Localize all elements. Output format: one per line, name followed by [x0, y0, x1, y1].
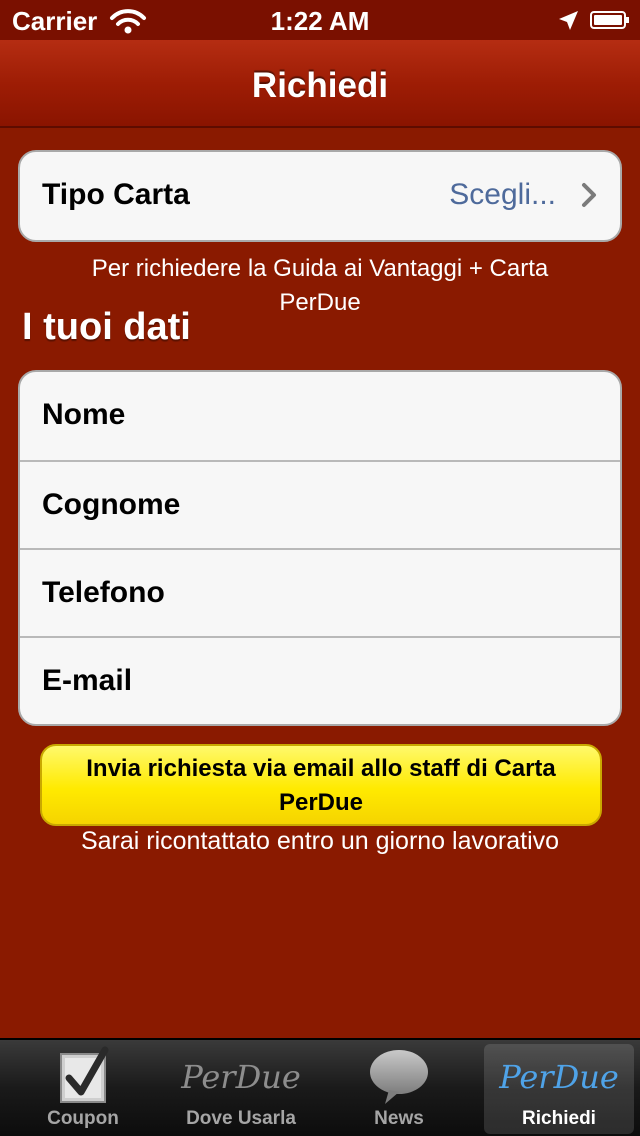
perdue-logo-icon: PerDue [499, 1058, 619, 1096]
screen: Carrier 1:22 AM Richiedi Tipo Carta Sceg… [0, 0, 640, 1136]
tab-coupon[interactable]: Coupon [8, 1044, 158, 1134]
send-button-label-line1: Invia richiesta via email allo staff di … [86, 755, 556, 782]
tab-dove-usarla[interactable]: PerDue Dove Usarla [166, 1044, 316, 1134]
location-arrow-icon [559, 11, 578, 30]
send-request-button[interactable]: Invia richiesta via email allo staff di … [40, 744, 602, 826]
navigation-bar: Richiedi [0, 40, 640, 128]
tipo-carta-value: Scegli... [449, 178, 556, 211]
perdue-logo-icon: PerDue [181, 1058, 301, 1096]
status-bar: Carrier 1:22 AM [0, 0, 640, 40]
email-label: E-mail [42, 664, 133, 697]
cognome-label: Cognome [42, 488, 181, 521]
tab-news[interactable]: News [324, 1044, 474, 1134]
cognome-field[interactable]: Cognome [20, 460, 620, 548]
nome-label: Nome [42, 398, 126, 431]
tab-dove-usarla-label: Dove Usarla [186, 1108, 296, 1129]
card-caption-line1: Per richiedere la Guida ai Vantaggi + Ca… [91, 255, 549, 282]
personal-data-group: Nome Cognome Telefono E-mail [18, 370, 622, 726]
section-title: I tuoi dati [22, 306, 191, 348]
footer-note: Sarai ricontattato entro un giorno lavor… [80, 827, 560, 855]
tipo-carta-group: Tipo Carta Scegli... [18, 150, 622, 242]
battery-icon [590, 11, 629, 29]
speech-bubble-icon [324, 1046, 474, 1108]
nome-field[interactable]: Nome [20, 372, 620, 460]
tipo-carta-label: Tipo Carta [42, 178, 190, 211]
status-time: 1:22 AM [270, 6, 370, 36]
page-title: Richiedi [251, 66, 389, 105]
email-field[interactable]: E-mail [20, 636, 620, 724]
send-button-label-line2: PerDue [278, 789, 364, 816]
tab-richiedi[interactable]: PerDue Richiedi [484, 1044, 634, 1134]
tab-coupon-label: Coupon [47, 1108, 119, 1129]
telefono-label: Telefono [42, 576, 165, 609]
tab-bar: Coupon PerDue Dove Usarla News PerDue Ri… [0, 1038, 640, 1136]
telefono-field[interactable]: Telefono [20, 548, 620, 636]
tab-richiedi-label: Richiedi [522, 1108, 596, 1129]
checkbox-icon [8, 1046, 158, 1108]
chevron-right-icon [582, 183, 596, 207]
tipo-carta-row[interactable]: Tipo Carta Scegli... [20, 152, 620, 240]
tab-news-label: News [374, 1108, 424, 1129]
